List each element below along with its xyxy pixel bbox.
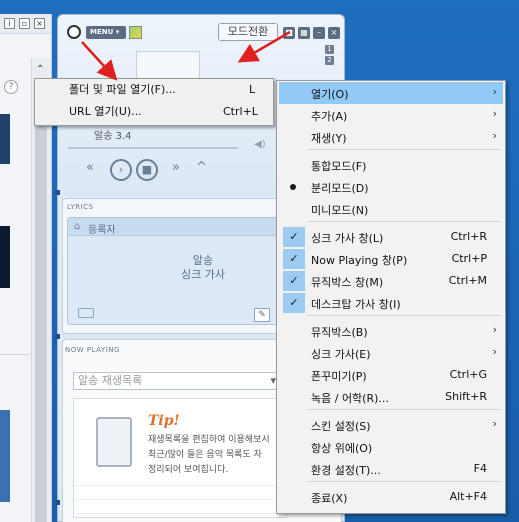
- arrow-to-album: [237, 30, 291, 63]
- annotation-arrows: [81, 30, 291, 81]
- arrow-to-open-files: [81, 41, 118, 81]
